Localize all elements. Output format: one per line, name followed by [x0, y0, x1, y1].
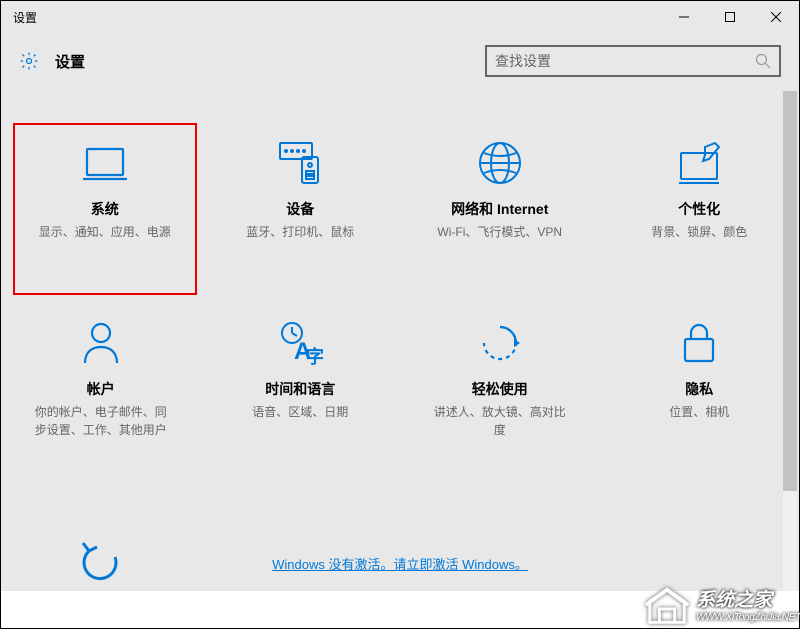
tile-title: 设备	[286, 199, 314, 219]
watermark-cn: 系统之家	[696, 591, 800, 612]
personalization-icon	[675, 139, 723, 187]
activation-link[interactable]: Windows 没有激活。请立即激活 Windows。	[272, 554, 528, 573]
minimize-button[interactable]	[661, 1, 707, 33]
titlebar: 设置	[1, 1, 799, 33]
header: 设置	[1, 33, 799, 89]
tile-ease-of-access[interactable]: 轻松使用 讲述人、放大镜、高对比度	[400, 299, 600, 479]
window-controls	[661, 1, 799, 33]
tile-personalization[interactable]: 个性化 背景、锁屏、颜色	[600, 119, 800, 299]
maximize-button[interactable]	[707, 1, 753, 33]
watermark-en: WWW.XiTongZhiJia.NET	[696, 612, 800, 623]
tile-title: 网络和 Internet	[451, 199, 548, 219]
tile-time-language[interactable]: A字 时间和语言 语音、区域、日期	[201, 299, 401, 479]
gear-icon	[19, 51, 39, 71]
tile-desc: 背景、锁屏、颜色	[651, 223, 747, 241]
content: 系统 显示、通知、应用、电源 设备 蓝牙、打印机、鼠标 网络和 Internet…	[1, 89, 799, 591]
tile-desc: 讲述人、放大镜、高对比度	[430, 403, 570, 439]
tile-privacy[interactable]: 隐私 位置、相机	[600, 299, 800, 479]
scrollbar-thumb[interactable]	[783, 91, 797, 491]
devices-icon	[276, 139, 324, 187]
tile-system[interactable]: 系统 显示、通知、应用、电源	[9, 119, 201, 299]
tile-title: 时间和语言	[265, 379, 335, 399]
globe-icon	[476, 139, 524, 187]
tile-desc: 语音、区域、日期	[252, 403, 348, 421]
tile-desc: 显示、通知、应用、电源	[39, 223, 171, 241]
time-language-icon: A字	[276, 319, 324, 367]
tile-title: 轻松使用	[472, 379, 528, 399]
tile-desc: 蓝牙、打印机、鼠标	[246, 223, 354, 241]
accounts-icon	[77, 319, 125, 367]
tile-desc: 你的帐户、电子邮件、同步设置、工作、其他用户	[31, 403, 171, 439]
tile-devices[interactable]: 设备 蓝牙、打印机、鼠标	[201, 119, 401, 299]
tile-desc: 位置、相机	[669, 403, 729, 421]
window-title: 设置	[13, 9, 661, 26]
ease-of-access-icon	[476, 319, 524, 367]
search-input[interactable]	[495, 53, 755, 69]
page-title: 设置	[55, 51, 485, 72]
tile-undo[interactable]	[1, 479, 201, 591]
display-icon	[81, 139, 129, 187]
privacy-icon	[675, 319, 723, 367]
tile-network[interactable]: 网络和 Internet Wi-Fi、飞行模式、VPN	[400, 119, 600, 299]
tile-title: 隐私	[685, 379, 713, 399]
tile-title: 系统	[91, 199, 119, 219]
svg-text:字: 字	[306, 346, 324, 367]
tiles-grid: 系统 显示、通知、应用、电源 设备 蓝牙、打印机、鼠标 网络和 Internet…	[1, 89, 799, 591]
search-icon	[755, 53, 771, 69]
close-button[interactable]	[753, 1, 799, 33]
tile-accounts[interactable]: 帐户 你的帐户、电子邮件、同步设置、工作、其他用户	[1, 299, 201, 479]
search-box[interactable]	[485, 45, 781, 77]
tile-title: 帐户	[87, 379, 115, 399]
scrollbar[interactable]	[783, 91, 797, 591]
tile-title: 个性化	[678, 199, 720, 219]
tile-desc: Wi-Fi、飞行模式、VPN	[437, 223, 562, 241]
undo-icon	[77, 539, 125, 587]
